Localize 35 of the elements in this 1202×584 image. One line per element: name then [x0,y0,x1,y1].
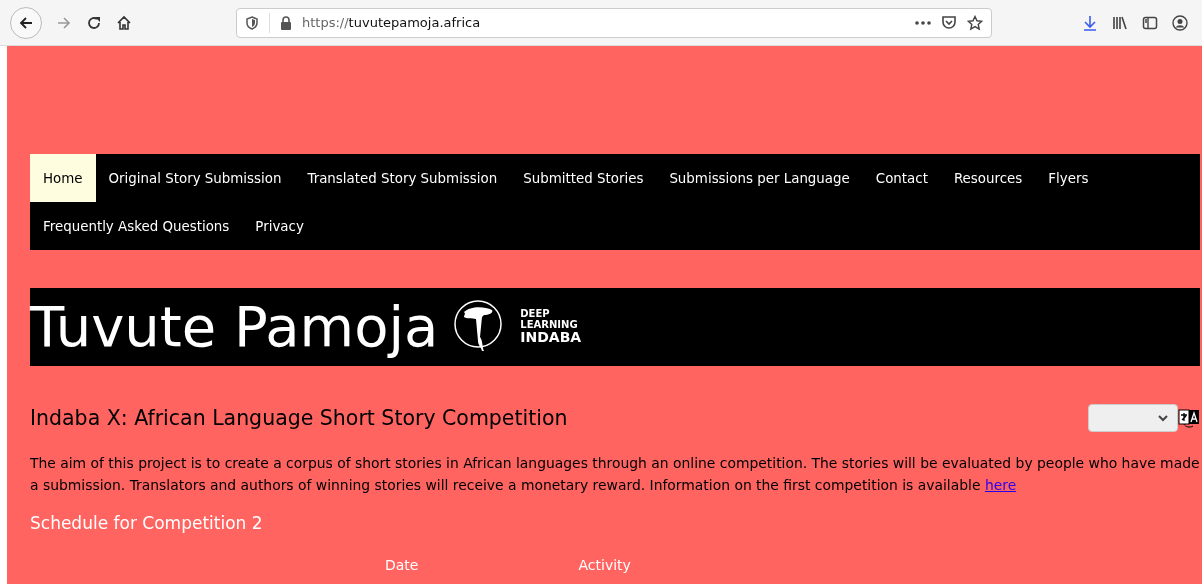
pocket-icon[interactable] [941,15,957,30]
reload-icon[interactable] [86,14,102,31]
chevron-down-icon [1157,414,1169,422]
nav-link[interactable]: Flyers [1035,154,1102,202]
nav-link[interactable]: Submitted Stories [510,154,657,202]
address-bar[interactable]: https://tuvutepamoja.africa [236,7,992,38]
logo-text: LEARNING [520,319,579,331]
nav-link[interactable]: Frequently Asked Questions [30,202,243,250]
back-button[interactable] [10,6,42,39]
nav-link[interactable]: Submissions per Language [656,154,863,202]
url-text: https://tuvutepamoja.africa [302,15,481,30]
account-icon[interactable] [1172,14,1188,31]
more-icon[interactable] [915,19,931,26]
nav-link[interactable]: Translated Story Submission [294,154,511,202]
column-header: Date [385,556,419,573]
nav-link[interactable]: Contact [862,154,941,202]
download-icon[interactable] [1082,14,1098,31]
column-header: Activity [578,556,631,573]
forward-icon[interactable] [56,14,72,31]
page-heading: Indaba X: African Language Short Story Competition [30,406,568,430]
sidebar-icon[interactable] [1142,14,1158,31]
star-icon[interactable] [967,14,983,31]
lock-icon [280,15,292,30]
shield-icon [245,15,259,30]
library-icon[interactable] [1112,14,1128,31]
translate-icon [1178,407,1200,429]
home-icon[interactable] [116,14,132,31]
logo-text: INDABA [520,330,582,346]
nav-link[interactable]: Privacy [242,202,317,250]
intro-paragraph: The aim of this project is to create a corpus of short stories in African languages through an online competition. The stories will be evaluated by people who have made a submission. Translators and authors of winning stories will receive a monetary reward. Information on the first competition is available here [30,454,1200,496]
nav-link[interactable]: Original Story Submission [95,154,295,202]
schedule-heading: Schedule for Competition 2 [30,512,264,533]
nav-link[interactable]: Home [30,154,96,202]
logo-text: DEEP [520,308,551,320]
nav-link[interactable]: Resources [940,154,1036,202]
